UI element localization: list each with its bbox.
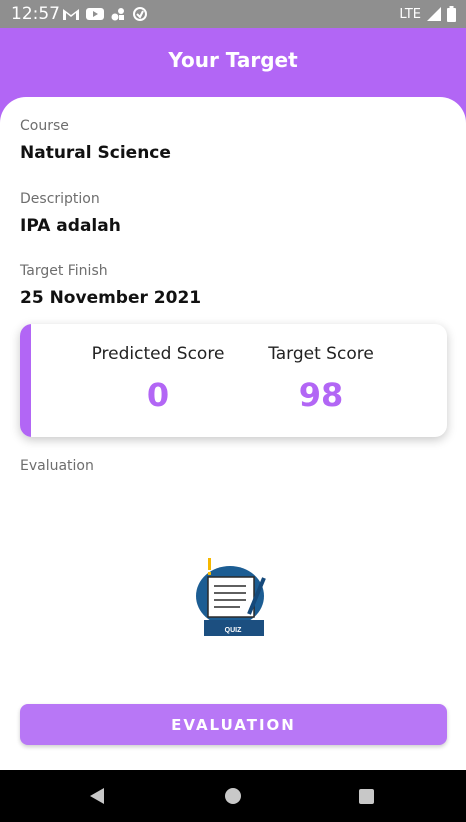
- back-icon[interactable]: [89, 787, 105, 805]
- page-title: Your Target: [168, 48, 298, 72]
- predicted-score-value: 0: [146, 376, 170, 414]
- sync-icon: [133, 7, 147, 21]
- recents-icon[interactable]: [359, 789, 374, 804]
- settings-icon: [111, 8, 124, 21]
- status-bar: 12:57 LTE: [0, 0, 466, 28]
- battery-icon: [447, 6, 456, 22]
- course-label: Course: [20, 118, 69, 134]
- system-status: LTE: [399, 5, 456, 23]
- target-finish-value: 25 November 2021: [20, 288, 202, 308]
- course-value: Natural Science: [20, 143, 171, 163]
- score-card-accent: [20, 324, 31, 437]
- target-score: Target Score 98: [256, 344, 386, 414]
- target-score-value: 98: [298, 376, 344, 414]
- score-card: Predicted Score 0 Target Score 98: [20, 324, 447, 437]
- predicted-score: Predicted Score 0: [82, 344, 234, 414]
- youtube-icon: [86, 8, 104, 20]
- gmail-icon: [63, 9, 79, 20]
- quiz-illustration: QUIZ: [196, 558, 266, 636]
- evaluation-label: Evaluation: [20, 458, 94, 474]
- target-finish-label: Target Finish: [20, 263, 108, 279]
- predicted-score-label: Predicted Score: [91, 344, 225, 364]
- quiz-illustration-text: QUIZ: [225, 627, 242, 634]
- network-type: LTE: [399, 6, 421, 22]
- description-label: Description: [20, 191, 100, 207]
- target-score-label: Target Score: [268, 344, 374, 364]
- evaluation-button[interactable]: EVALUATION: [20, 704, 447, 745]
- signal-icon: [427, 7, 441, 21]
- notification-icons: [62, 5, 148, 23]
- app-header: Your Target: [0, 28, 466, 100]
- status-time: 12:57: [11, 4, 60, 24]
- target-detail-card: Course Natural Science Description IPA a…: [0, 97, 466, 770]
- description-value: IPA adalah: [20, 216, 121, 236]
- navigation-bar: [0, 770, 466, 822]
- home-icon[interactable]: [225, 788, 241, 804]
